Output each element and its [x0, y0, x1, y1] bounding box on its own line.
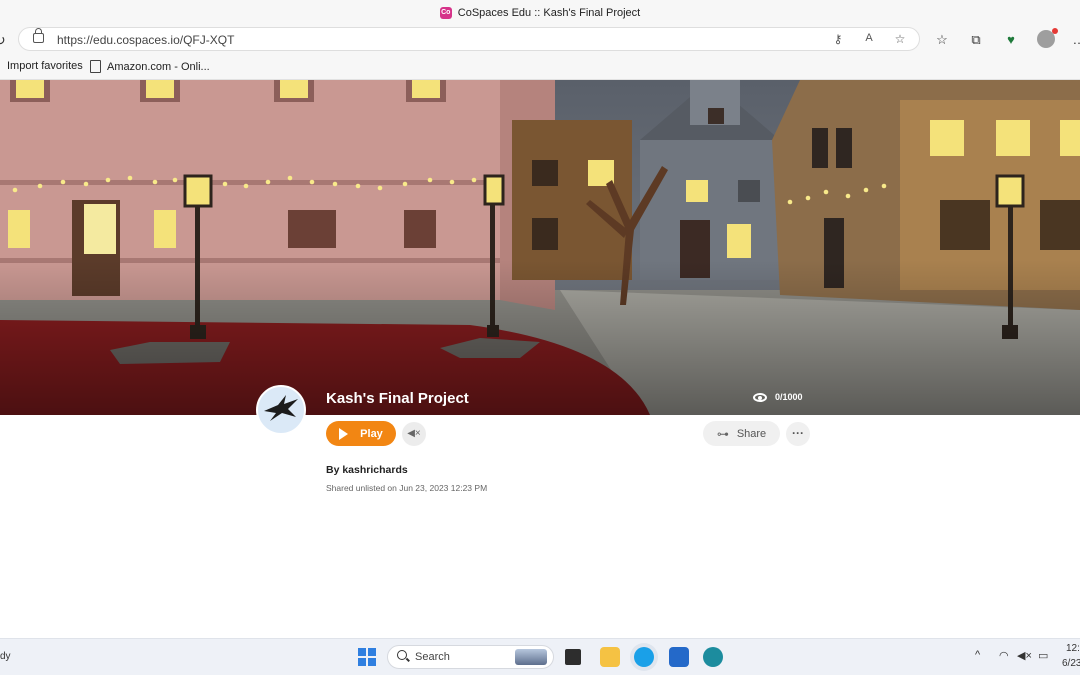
read-aloud-icon[interactable]: A — [862, 32, 876, 44]
favorite-label[interactable]: Amazon.com - Onli... — [107, 61, 210, 73]
author-name[interactable]: By kashrichards — [326, 464, 408, 476]
view-count-text: 0/1000 — [775, 392, 803, 402]
project-logo[interactable] — [256, 385, 306, 435]
link-icon: ⊶ — [716, 426, 729, 441]
favorite-import[interactable]: Import favorites — [7, 60, 83, 72]
start-button[interactable] — [357, 647, 377, 667]
chevron-up-icon[interactable]: ^ — [975, 649, 980, 661]
profile-avatar[interactable] — [1037, 28, 1058, 48]
play-label: Play — [360, 427, 383, 440]
windows-taskbar: dy Search ^ ◠ ◀× ▭ 12: 6/23 — [0, 638, 1080, 675]
window-titlebar: Co CoSpaces Edu :: Kash's Final Project — [0, 0, 1080, 26]
collections-icon[interactable]: ⧉ — [967, 31, 985, 49]
search-icon — [397, 650, 407, 660]
window-title: CoSpaces Edu :: Kash's Final Project — [457, 7, 641, 19]
taskbar-search[interactable]: Search — [387, 645, 554, 669]
page-icon — [90, 60, 101, 73]
dragon-logo-icon — [264, 395, 298, 421]
play-button[interactable]: Play — [326, 421, 396, 446]
share-button[interactable]: ⊶ Share — [703, 421, 780, 446]
taskbar-search-label[interactable]: Search — [415, 651, 450, 663]
favorites-bar: Import favorites Amazon.com - Onli... — [0, 54, 1080, 80]
search-highlight-icon — [515, 649, 547, 665]
more-options-button[interactable]: ··· — [786, 422, 810, 446]
view-count: 0/1000 — [753, 392, 803, 402]
wifi-icon[interactable]: ◠ — [999, 649, 1009, 662]
key-icon[interactable]: ⚷ — [831, 32, 845, 46]
favorite-star-icon[interactable]: ☆ — [893, 32, 907, 46]
battery-icon[interactable]: ▭ — [1038, 649, 1048, 662]
edge-browser-icon[interactable] — [634, 647, 654, 667]
eye-icon — [753, 392, 767, 402]
mute-button[interactable]: ◀× — [402, 422, 426, 446]
project-cover-image — [0, 80, 1080, 415]
lock-icon[interactable] — [33, 28, 44, 43]
shared-info: Shared unlisted on Jun 23, 2023 12:23 PM — [326, 483, 488, 493]
clock-time[interactable]: 12: — [1066, 643, 1080, 654]
ellipsis-icon: ··· — [792, 426, 804, 440]
address-row: ↻ https://edu.cospaces.io/QFJ-XQT ⚷ A ☆ — [0, 26, 1080, 54]
share-label: Share — [736, 427, 767, 440]
file-explorer-icon[interactable] — [600, 647, 620, 667]
url-text[interactable]: https://edu.cospaces.io/QFJ-XQT — [57, 33, 234, 47]
more-menu-icon[interactable]: … — [1070, 31, 1080, 49]
taskbar-status-text: dy — [0, 651, 11, 662]
microsoft-store-icon[interactable] — [669, 647, 689, 667]
speaker-muted-icon: ◀× — [407, 428, 421, 439]
favorite-label[interactable]: Import favorites — [7, 60, 83, 72]
browser-essentials-icon[interactable]: ♥ — [1002, 31, 1020, 49]
village-scene — [0, 80, 1080, 415]
play-icon — [339, 427, 349, 440]
task-view-icon[interactable] — [565, 649, 581, 665]
project-title: Kash's Final Project — [326, 390, 469, 407]
address-bar[interactable]: https://edu.cospaces.io/QFJ-XQT ⚷ A ☆ — [18, 27, 920, 51]
cospaces-favicon-icon: Co — [439, 7, 452, 19]
app-icon[interactable] — [703, 647, 723, 667]
reload-icon[interactable]: ↻ — [0, 32, 6, 49]
volume-muted-icon[interactable]: ◀× — [1017, 649, 1032, 662]
favorites-icon[interactable]: ☆ — [933, 31, 951, 49]
favorite-amazon[interactable]: Amazon.com - Onli... — [90, 60, 210, 73]
clock-date[interactable]: 6/23 — [1062, 658, 1080, 669]
